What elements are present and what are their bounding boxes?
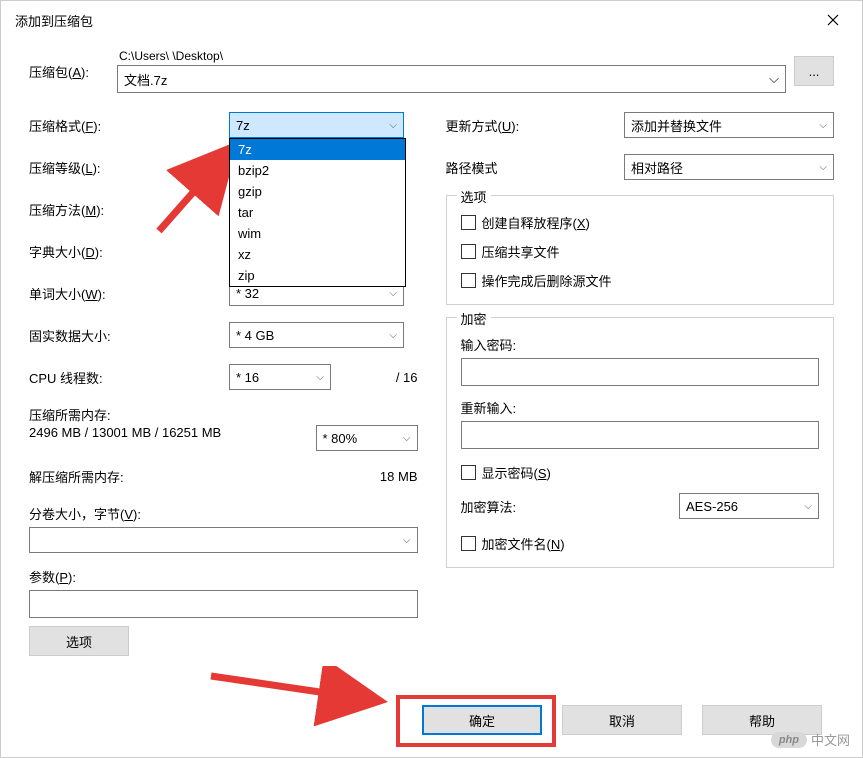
titlebar: 添加到压缩包	[1, 1, 862, 39]
ok-button[interactable]: 确定	[422, 705, 542, 735]
left-column: 压缩格式(F): 7z ⌵ 7z bzip2 gzip tar wim xz z…	[29, 111, 418, 656]
chevron-down-icon: ⌵	[389, 288, 397, 299]
format-combo[interactable]: 7z ⌵ 7z bzip2 gzip tar wim xz zip	[229, 112, 404, 138]
chevron-down-icon: ⌵	[819, 162, 827, 173]
archive-filename-input[interactable]: 文档.7z ⌵	[117, 65, 786, 93]
format-dropdown[interactable]: 7z bzip2 gzip tar wim xz zip	[229, 138, 406, 287]
mem-decompress-label: 解压缩所需内存:	[29, 467, 229, 486]
password2-label: 重新输入:	[461, 398, 820, 417]
mem-compress-value: 2496 MB / 13001 MB / 16251 MB	[29, 425, 221, 440]
enc-method-combo[interactable]: AES-256 ⌵	[679, 493, 819, 519]
pathmode-row: 路径模式 相对路径 ⌵	[446, 153, 835, 181]
chevron-down-icon: ⌵	[403, 535, 411, 546]
sfx-check-row[interactable]: 创建自释放程序(X)	[461, 213, 820, 232]
format-option-xz[interactable]: xz	[230, 244, 405, 265]
cpu-label: CPU 线程数:	[29, 368, 229, 387]
chevron-down-icon: ⌵	[316, 372, 324, 383]
browse-button[interactable]: ...	[794, 56, 834, 86]
split-label: 分卷大小，字节(V):	[29, 504, 418, 523]
chevron-down-icon: ⌵	[804, 501, 812, 512]
format-option-tar[interactable]: tar	[230, 202, 405, 223]
close-button[interactable]	[818, 5, 848, 35]
solid-value: * 4 GB	[236, 328, 274, 343]
format-value: 7z	[236, 118, 250, 133]
sfx-checkbox[interactable]	[461, 215, 476, 230]
mem-compress-label: 压缩所需内存:	[29, 405, 418, 424]
encrypt-fieldset-title: 加密	[457, 309, 491, 328]
split-combo[interactable]: ⌵	[29, 527, 418, 553]
mem-percent-combo[interactable]: * 80% ⌵	[316, 425, 418, 451]
chevron-down-icon: ⌵	[769, 71, 779, 87]
archive-filename-value: 文档.7z	[124, 70, 167, 89]
options-button[interactable]: 选项	[29, 626, 129, 656]
options-fieldset: 选项 创建自释放程序(X) 压缩共享文件 操作完成后删除源文件	[446, 195, 835, 305]
right-column: 更新方式(U): 添加并替换文件 ⌵ 路径模式 相对路径 ⌵ 选项	[446, 111, 835, 656]
chevron-down-icon: ⌵	[389, 120, 397, 131]
level-label: 压缩等级(L):	[29, 158, 229, 177]
encrypt-fieldset: 加密 输入密码: 重新输入: 显示密码(S) 加密算法:	[446, 317, 835, 568]
cpu-combo[interactable]: * 16 ⌵	[229, 364, 331, 390]
cpu-after: / 16	[396, 370, 418, 385]
archive-path-text: C:\Users\ \Desktop\	[117, 49, 786, 63]
format-option-zip[interactable]: zip	[230, 265, 405, 286]
update-row: 更新方式(U): 添加并替换文件 ⌵	[446, 111, 835, 139]
delete-check-row[interactable]: 操作完成后删除源文件	[461, 271, 820, 290]
solid-combo[interactable]: * 4 GB ⌵	[229, 322, 404, 348]
update-label: 更新方式(U):	[446, 116, 586, 135]
window-title: 添加到压缩包	[15, 11, 93, 30]
word-value: * 32	[236, 286, 259, 301]
format-option-gzip[interactable]: gzip	[230, 181, 405, 202]
watermark: php 中文网	[771, 730, 850, 749]
showpwd-check-row[interactable]: 显示密码(S)	[461, 463, 820, 482]
password-label: 输入密码:	[461, 335, 820, 354]
password2-input[interactable]	[461, 421, 820, 449]
pathmode-label: 路径模式	[446, 158, 586, 177]
params-label: 参数(P):	[29, 567, 418, 586]
shared-checkbox[interactable]	[461, 244, 476, 259]
archive-path-block: C:\Users\ \Desktop\ 文档.7z ⌵	[117, 49, 786, 93]
dialog-window: 添加到压缩包 压缩包(A): C:\Users\ \Desktop\ 文档.7z…	[0, 0, 863, 758]
format-option-wim[interactable]: wim	[230, 223, 405, 244]
chevron-down-icon: ⌵	[403, 433, 411, 444]
chevron-down-icon: ⌵	[389, 330, 397, 341]
password-input[interactable]	[461, 358, 820, 386]
word-label: 单词大小(W):	[29, 284, 229, 303]
update-combo[interactable]: 添加并替换文件 ⌵	[624, 112, 834, 138]
dict-label: 字典大小(D):	[29, 242, 229, 261]
format-option-bzip2[interactable]: bzip2	[230, 160, 405, 181]
archive-label: 压缩包(A):	[29, 62, 109, 81]
chevron-down-icon: ⌵	[819, 120, 827, 131]
shared-check-row[interactable]: 压缩共享文件	[461, 242, 820, 261]
dialog-content: 压缩包(A): C:\Users\ \Desktop\ 文档.7z ⌵ ... …	[1, 39, 862, 666]
showpwd-checkbox[interactable]	[461, 465, 476, 480]
enc-method-value: AES-256	[686, 499, 738, 514]
watermark-text: 中文网	[811, 730, 850, 749]
dialog-footer: 确定 取消 帮助	[1, 705, 862, 735]
solid-label: 固实数据大小:	[29, 326, 229, 345]
mem-decompress-value: 18 MB	[380, 469, 418, 484]
delete-checkbox[interactable]	[461, 273, 476, 288]
enc-method-label: 加密算法:	[461, 497, 517, 516]
cpu-value: * 16	[236, 370, 259, 385]
cpu-row: CPU 线程数: * 16 ⌵ / 16	[29, 363, 418, 391]
columns: 压缩格式(F): 7z ⌵ 7z bzip2 gzip tar wim xz z…	[29, 111, 834, 656]
format-option-7z[interactable]: 7z	[230, 139, 405, 160]
archive-row: 压缩包(A): C:\Users\ \Desktop\ 文档.7z ⌵ ...	[29, 49, 834, 93]
params-input[interactable]	[29, 590, 418, 618]
encnames-check-row[interactable]: 加密文件名(N)	[461, 534, 820, 553]
options-fieldset-title: 选项	[457, 187, 491, 206]
encnames-checkbox[interactable]	[461, 536, 476, 551]
watermark-badge: php	[771, 732, 807, 748]
method-label: 压缩方法(M):	[29, 200, 229, 219]
pathmode-combo[interactable]: 相对路径 ⌵	[624, 154, 834, 180]
mem-percent-value: * 80%	[323, 431, 358, 446]
format-row: 压缩格式(F): 7z ⌵ 7z bzip2 gzip tar wim xz z…	[29, 111, 418, 139]
cancel-button[interactable]: 取消	[562, 705, 682, 735]
solid-row: 固实数据大小: * 4 GB ⌵	[29, 321, 418, 349]
format-label: 压缩格式(F):	[29, 116, 229, 135]
update-value: 添加并替换文件	[631, 116, 722, 135]
pathmode-value: 相对路径	[631, 158, 683, 177]
close-icon	[827, 14, 839, 26]
mem-decompress-row: 解压缩所需内存: 18 MB	[29, 462, 418, 490]
